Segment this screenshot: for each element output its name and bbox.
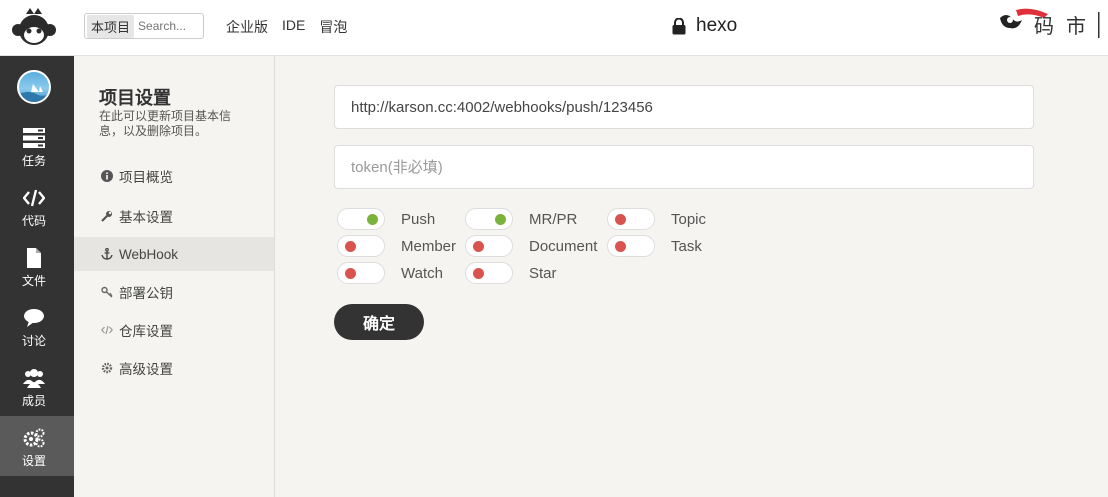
settings-icon [23,428,45,448]
settings-item-basic[interactable]: 基本设置 [74,199,274,233]
settings-item-label: WebHook [119,246,179,262]
search-input[interactable] [138,19,199,33]
avatar[interactable] [17,70,51,104]
toggle-task[interactable] [607,235,655,257]
settings-item-advanced[interactable]: 高级设置 [74,351,274,385]
toggle-indicator [473,268,484,279]
nav-enterprise-link[interactable]: 企业版 [226,17,268,37]
settings-title: 项目设置 [99,88,171,108]
event-label-watch: Watch [401,265,443,282]
settings-item-webhook[interactable]: WebHook [74,237,274,271]
settings-item-repository[interactable]: 仓库设置 [74,313,274,347]
comments-icon [24,309,44,327]
users-icon [23,369,45,388]
event-label-task: Task [671,238,702,255]
event-label-document: Document [529,238,598,255]
toggle-mr-pr[interactable] [465,208,513,230]
toggle-star[interactable] [465,262,513,284]
settings-item-label: 基本设置 [119,210,173,225]
tasks-icon [23,128,45,148]
event-label-topic: Topic [671,211,707,228]
toggle-member[interactable] [337,235,385,257]
top-nav: 企业版 IDE 冒泡 [226,17,347,37]
sidebar-item-files[interactable]: 文件 [0,236,74,296]
toggle-indicator [367,214,378,225]
settings-item-overview[interactable]: 项目概览 [74,159,274,193]
project-title: hexo [672,15,737,37]
code-icon [23,189,45,207]
toggle-indicator [345,241,356,252]
coding-logo-icon[interactable] [10,6,58,50]
settings-item-label: 项目概览 [119,170,173,185]
event-label-star: Star [529,265,557,282]
settings-item-label: 仓库设置 [119,324,173,339]
file-icon [27,248,41,268]
sidebar-item-discussions[interactable]: 讨论 [0,296,74,356]
anchor-icon [101,248,113,260]
webhook-url-input[interactable] [351,98,1033,116]
main-sidebar: 任务 代码 文件 讨论 成员 设置 [0,56,74,497]
toggle-watch[interactable] [337,262,385,284]
settings-description: 在此可以更新项目基本信息，以及删除项目。 [99,109,232,138]
webhook-token-field[interactable] [334,145,1034,189]
toggle-topic[interactable] [607,208,655,230]
sidebar-item-label: 成员 [21,394,46,408]
webhook-token-input[interactable] [351,158,1033,176]
sidebar-item-label: 设置 [21,454,46,468]
toggle-document[interactable] [465,235,513,257]
toggle-indicator [345,268,356,279]
settings-item-deploy-keys[interactable]: 部署公钥 [74,275,274,309]
search-scope-label[interactable]: 本项目 [87,14,135,38]
toggle-indicator [615,214,626,225]
event-label-member: Member [401,238,457,255]
sidebar-item-label: 任务 [21,154,46,168]
gear-icon [101,362,113,374]
sidebar-item-settings[interactable]: 设置 [0,416,74,476]
settings-item-label: 部署公钥 [119,286,173,301]
toggle-push[interactable] [337,208,385,230]
svg-text:码: 码 [1034,14,1054,38]
codemart-logo-icon[interactable]: 码 市 [996,4,1102,44]
confirm-button[interactable]: 确定 [334,304,424,340]
event-label-mr-pr: MR/PR [529,211,578,228]
top-bar: 本项目 企业版 IDE 冒泡 hexo 码 市 [0,0,1108,56]
toggle-indicator [495,214,506,225]
toggle-indicator [473,241,484,252]
sidebar-item-members[interactable]: 成员 [0,356,74,416]
sidebar-item-label: 讨论 [21,334,46,348]
webhook-form: Push MR/PR Topic Member Document Task Wa… [275,56,1108,497]
nav-ide-link[interactable]: IDE [282,17,305,37]
nav-bubble-link[interactable]: 冒泡 [319,17,347,37]
settings-item-label: 高级设置 [119,362,173,377]
key-icon [101,286,113,298]
lock-icon [672,17,686,34]
webhook-url-field[interactable] [334,85,1034,129]
toggle-indicator [615,241,626,252]
event-label-push: Push [401,211,436,228]
settings-sidebar: 项目设置 在此可以更新项目基本信息，以及删除项目。 项目概览 基本设置 WebH… [74,56,275,497]
sidebar-item-label: 代码 [21,214,46,228]
project-name: hexo [696,15,738,36]
wrench-icon [101,211,112,222]
sidebar-item-label: 文件 [21,274,46,288]
svg-text:市: 市 [1066,14,1086,38]
code-icon [101,325,113,335]
sidebar-item-tasks[interactable]: 任务 [0,116,74,176]
info-icon [101,170,113,182]
sidebar-item-code[interactable]: 代码 [0,176,74,236]
search-box[interactable]: 本项目 [84,13,204,39]
